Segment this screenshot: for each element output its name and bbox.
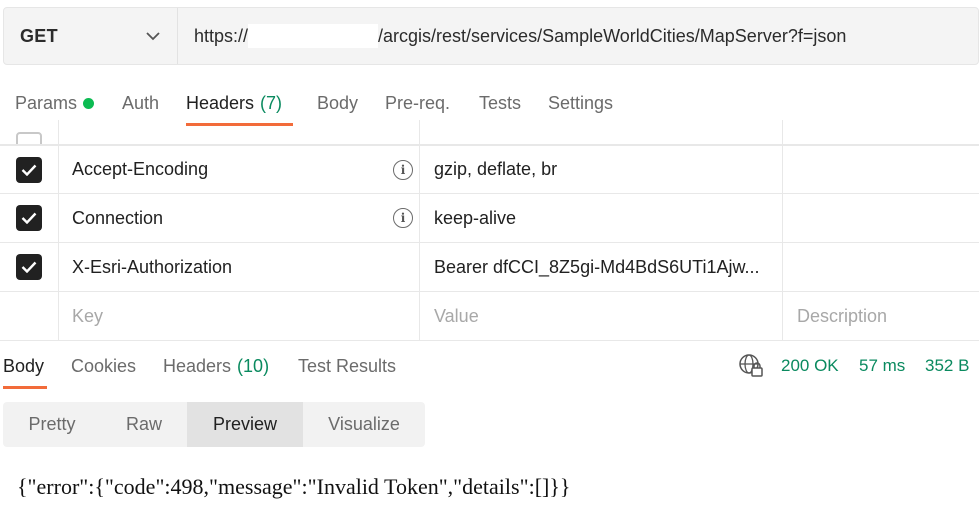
row-checkbox-cell: [0, 146, 59, 193]
row-checkbox-cell: [0, 243, 59, 291]
response-time[interactable]: 57 ms: [859, 343, 905, 389]
new-value-input[interactable]: Value: [420, 292, 783, 340]
headers-count: (7): [260, 92, 283, 113]
method-selector[interactable]: GET: [4, 8, 178, 64]
redacted-host: [248, 24, 379, 48]
info-icon[interactable]: i: [393, 208, 413, 228]
view-mode-selector: Pretty Raw Preview Visualize: [3, 402, 425, 447]
header-value-cell: [420, 120, 783, 144]
header-key-cell: [59, 120, 420, 144]
active-response-tab-underline: [3, 386, 47, 389]
chevron-down-icon: [145, 28, 161, 44]
view-pretty-button[interactable]: Pretty: [3, 402, 101, 447]
url-prefix: https://: [194, 25, 249, 46]
url-input[interactable]: https:// /arcgis/rest/services/SampleWorl…: [178, 8, 978, 64]
table-row: [0, 120, 979, 145]
view-visualize-button[interactable]: Visualize: [303, 402, 425, 447]
header-value-cell[interactable]: Bearer dfCCI_8Z5gi-Md4BdS6UTi1Ajw...: [420, 243, 783, 291]
header-description-cell: [783, 120, 979, 144]
response-preview: {"error":{"code":498,"message":"Invalid …: [17, 474, 571, 499]
view-preview-button[interactable]: Preview: [187, 402, 303, 447]
response-tab-headers[interactable]: Headers (10): [163, 343, 269, 389]
header-value-cell[interactable]: keep-alive: [420, 194, 783, 242]
new-key-input[interactable]: Key: [59, 292, 420, 340]
response-size[interactable]: 352 B: [925, 343, 969, 389]
response-tab-test-results[interactable]: Test Results: [298, 343, 396, 389]
header-key-cell[interactable]: Connection i: [59, 194, 420, 242]
row-checkbox[interactable]: [16, 254, 42, 280]
response-headers-count: (10): [237, 355, 270, 376]
row-checkbox[interactable]: [16, 156, 42, 183]
table-row: X-Esri-Authorization Bearer dfCCI_8Z5gi-…: [0, 243, 979, 292]
new-description-input[interactable]: Description: [783, 292, 979, 340]
response-tab-cookies[interactable]: Cookies: [71, 343, 136, 389]
row-checkbox[interactable]: [16, 132, 42, 144]
globe-lock-icon[interactable]: [738, 353, 764, 379]
params-indicator-dot: [83, 97, 95, 109]
status-code[interactable]: 200 OK: [781, 343, 839, 389]
method-label: GET: [20, 25, 58, 46]
new-header-row: Key Value Description: [0, 292, 979, 341]
url-path: /arcgis/rest/services/SampleWorldCities/…: [378, 25, 847, 46]
info-icon[interactable]: i: [393, 159, 413, 180]
table-row: Accept-Encoding i gzip, deflate, br: [0, 145, 979, 194]
header-description-cell[interactable]: [783, 146, 979, 193]
header-key-cell[interactable]: X-Esri-Authorization: [59, 243, 420, 291]
row-checkbox[interactable]: [16, 205, 42, 231]
header-description-cell[interactable]: [783, 243, 979, 291]
view-raw-button[interactable]: Raw: [101, 402, 187, 447]
response-tab-body[interactable]: Body: [3, 343, 44, 389]
header-value-cell[interactable]: gzip, deflate, br: [420, 146, 783, 193]
row-checkbox-cell: [0, 120, 59, 144]
header-key-cell[interactable]: Accept-Encoding i: [59, 146, 420, 193]
url-bar: GET https:// /arcgis/rest/services/Sample…: [3, 7, 979, 65]
table-row: Connection i keep-alive: [0, 194, 979, 243]
row-checkbox-cell: [0, 292, 59, 340]
row-checkbox-cell: [0, 194, 59, 242]
header-description-cell[interactable]: [783, 194, 979, 242]
